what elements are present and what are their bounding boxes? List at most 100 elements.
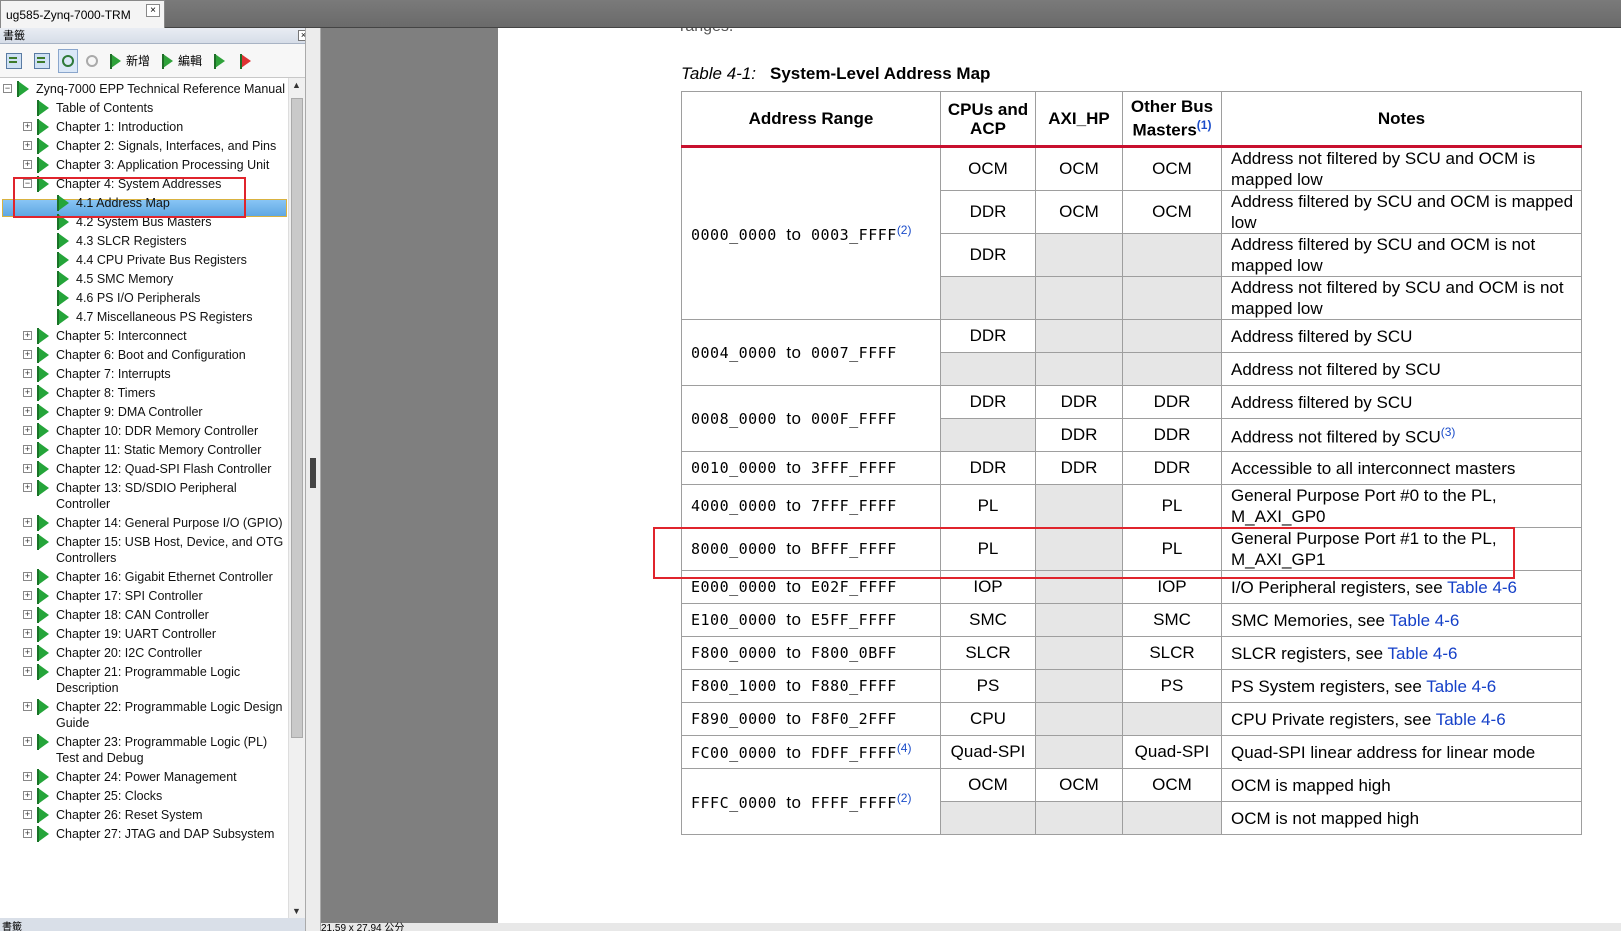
footnote-link[interactable]: (4) [897,741,912,755]
document-tab[interactable]: ug585-Zynq-7000-TRM × [0,0,165,28]
bookmark-subitem[interactable]: 4.5 SMC Memory [0,268,305,287]
scrollbar-thumb[interactable] [291,98,303,738]
expand-icon[interactable]: + [23,737,32,746]
bookmark-item[interactable]: + Chapter 6: Boot and Configuration [0,344,305,363]
expand-icon[interactable]: + [23,518,32,527]
tree-root[interactable]: − Zynq-7000 EPP Technical Reference Manu… [0,78,305,97]
expand-icon[interactable]: + [23,464,32,473]
expand-icon[interactable]: + [23,702,32,711]
expand-icon[interactable]: + [23,829,32,838]
collapse-icon[interactable]: − [3,84,12,93]
footnote-link[interactable]: (3) [1441,425,1456,439]
table-4-6-link[interactable]: Table 4-6 [1436,710,1506,729]
expand-icon[interactable]: + [23,629,32,638]
table-row: FFFC_0000 to FFFF_FFFF(2) OCM OCM OCM OC… [681,768,1582,835]
table-4-6-link[interactable]: Table 4-6 [1389,611,1459,630]
bookmark-item[interactable]: + Chapter 23: Programmable Logic (PL) Tes… [0,731,305,766]
table-4-6-link[interactable]: Table 4-6 [1426,677,1496,696]
bookmark-tree: − Zynq-7000 EPP Technical Reference Manu… [0,78,305,918]
bookmark-item[interactable]: + Chapter 15: USB Host, Device, and OTG C… [0,531,305,566]
bookmarks-bottom-tab[interactable]: 書籤 [0,918,320,931]
bookmark-item[interactable]: + Chapter 21: Programmable Logic Descript… [0,661,305,696]
bookmark-subitem[interactable]: 4.4 CPU Private Bus Registers [0,249,305,268]
bookmark-item[interactable]: + Chapter 19: UART Controller [0,623,305,642]
collapse-icon[interactable]: − [23,179,32,188]
expand-icon[interactable]: + [23,667,32,676]
expand-icon[interactable]: + [23,141,32,150]
bookmark-subitem[interactable]: 4.7 Miscellaneous PS Registers [0,306,305,325]
other-cell [1122,702,1222,736]
panel-splitter[interactable] [305,28,321,931]
bookmark-subitem[interactable]: 4.2 System Bus Masters [0,211,305,230]
scroll-down-icon[interactable]: ▼ [292,906,301,916]
bookmark-item[interactable]: + Chapter 27: JTAG and DAP Subsystem [0,823,305,842]
expand-icon[interactable]: + [23,160,32,169]
expand-icon[interactable]: + [23,483,32,492]
bookmark-item[interactable]: − Chapter 4: System Addresses [0,173,305,192]
bookmark-item[interactable]: Table of Contents [0,97,305,116]
edit-bookmark-button[interactable]: 編輯 [158,49,206,73]
bookmark-item[interactable]: + Chapter 24: Power Management [0,766,305,785]
bookmark-item[interactable]: + Chapter 11: Static Memory Controller [0,439,305,458]
expand-icon[interactable]: + [23,369,32,378]
bookmark-item[interactable]: + Chapter 3: Application Processing Unit [0,154,305,173]
bookmark-item[interactable]: + Chapter 7: Interrupts [0,363,305,382]
bookmark-item[interactable]: + Chapter 1: Introduction [0,116,305,135]
splitter-grip[interactable] [310,458,316,488]
bookmark-item[interactable]: + Chapter 5: Interconnect [0,325,305,344]
collapse-all-button[interactable] [30,49,54,73]
bookmark-item[interactable]: + Chapter 22: Programmable Logic Design G… [0,696,305,731]
bookmark-item[interactable]: + Chapter 18: CAN Controller [0,604,305,623]
zoom-out-button[interactable] [82,49,102,73]
bookmark-item[interactable]: + Chapter 8: Timers [0,382,305,401]
table-4-6-link[interactable]: Table 4-6 [1447,578,1517,597]
expand-icon[interactable]: + [23,772,32,781]
bookmark-icon [36,826,52,842]
bookmark-item[interactable]: + Chapter 9: DMA Controller [0,401,305,420]
expand-icon[interactable]: + [23,648,32,657]
bookmark-item[interactable]: + Chapter 25: Clocks [0,785,305,804]
add-bookmark-button[interactable]: 新增 [106,49,154,73]
bookmark-label: 4.1 Address Map [76,196,170,210]
footnote-link[interactable]: (2) [897,791,912,805]
expand-icon[interactable]: + [23,791,32,800]
footnote-link[interactable]: (2) [897,223,912,237]
bookmark-subitem[interactable]: 4.6 PS I/O Peripherals [0,287,305,306]
expand-icon[interactable]: + [23,537,32,546]
expand-icon[interactable]: + [23,591,32,600]
bookmark-subitem[interactable]: 4.3 SLCR Registers [0,230,305,249]
table-4-6-link[interactable]: Table 4-6 [1388,644,1458,663]
footnote-link[interactable]: (1) [1197,118,1212,132]
expand-icon[interactable]: + [23,350,32,359]
bookmark-item[interactable]: + Chapter 14: General Purpose I/O (GPIO) [0,512,305,531]
bookmark-item[interactable]: + Chapter 20: I2C Controller [0,642,305,661]
tree-scrollbar[interactable]: ▲ ▼ [288,78,305,918]
bookmark-icon [36,480,52,496]
find-bookmark-button[interactable] [58,48,78,73]
bookmark-subitem[interactable]: 4.1 Address Map [0,192,305,211]
expand-icon[interactable]: + [23,407,32,416]
expand-icon[interactable]: + [23,388,32,397]
bookmark-label: Chapter 17: SPI Controller [56,589,203,603]
delete-bookmark-button[interactable] [236,49,258,73]
bookmark-item[interactable]: + Chapter 2: Signals, Interfaces, and Pin… [0,135,305,154]
bookmark-item[interactable]: + Chapter 16: Gigabit Ethernet Controller [0,566,305,585]
expand-icon[interactable]: + [23,445,32,454]
scroll-up-icon[interactable]: ▲ [292,80,301,90]
bookmark-item[interactable]: + Chapter 26: Reset System [0,804,305,823]
bookmark-item[interactable]: + Chapter 17: SPI Controller [0,585,305,604]
expand-icon[interactable]: + [23,122,32,131]
expand-icon[interactable]: + [23,810,32,819]
axi-cell [1035,484,1123,528]
go-to-bookmark-button[interactable] [210,49,232,73]
expand-icon[interactable]: + [23,572,32,581]
expand-all-button[interactable] [2,49,26,73]
cpu-cell: DDR [940,451,1036,485]
expand-icon[interactable]: + [23,426,32,435]
expand-icon[interactable]: + [23,331,32,340]
bookmark-item[interactable]: + Chapter 13: SD/SDIO Peripheral Controll… [0,477,305,512]
close-tab-icon[interactable]: × [146,4,160,17]
bookmark-item[interactable]: + Chapter 10: DDR Memory Controller [0,420,305,439]
bookmark-item[interactable]: + Chapter 12: Quad-SPI Flash Controller [0,458,305,477]
expand-icon[interactable]: + [23,610,32,619]
